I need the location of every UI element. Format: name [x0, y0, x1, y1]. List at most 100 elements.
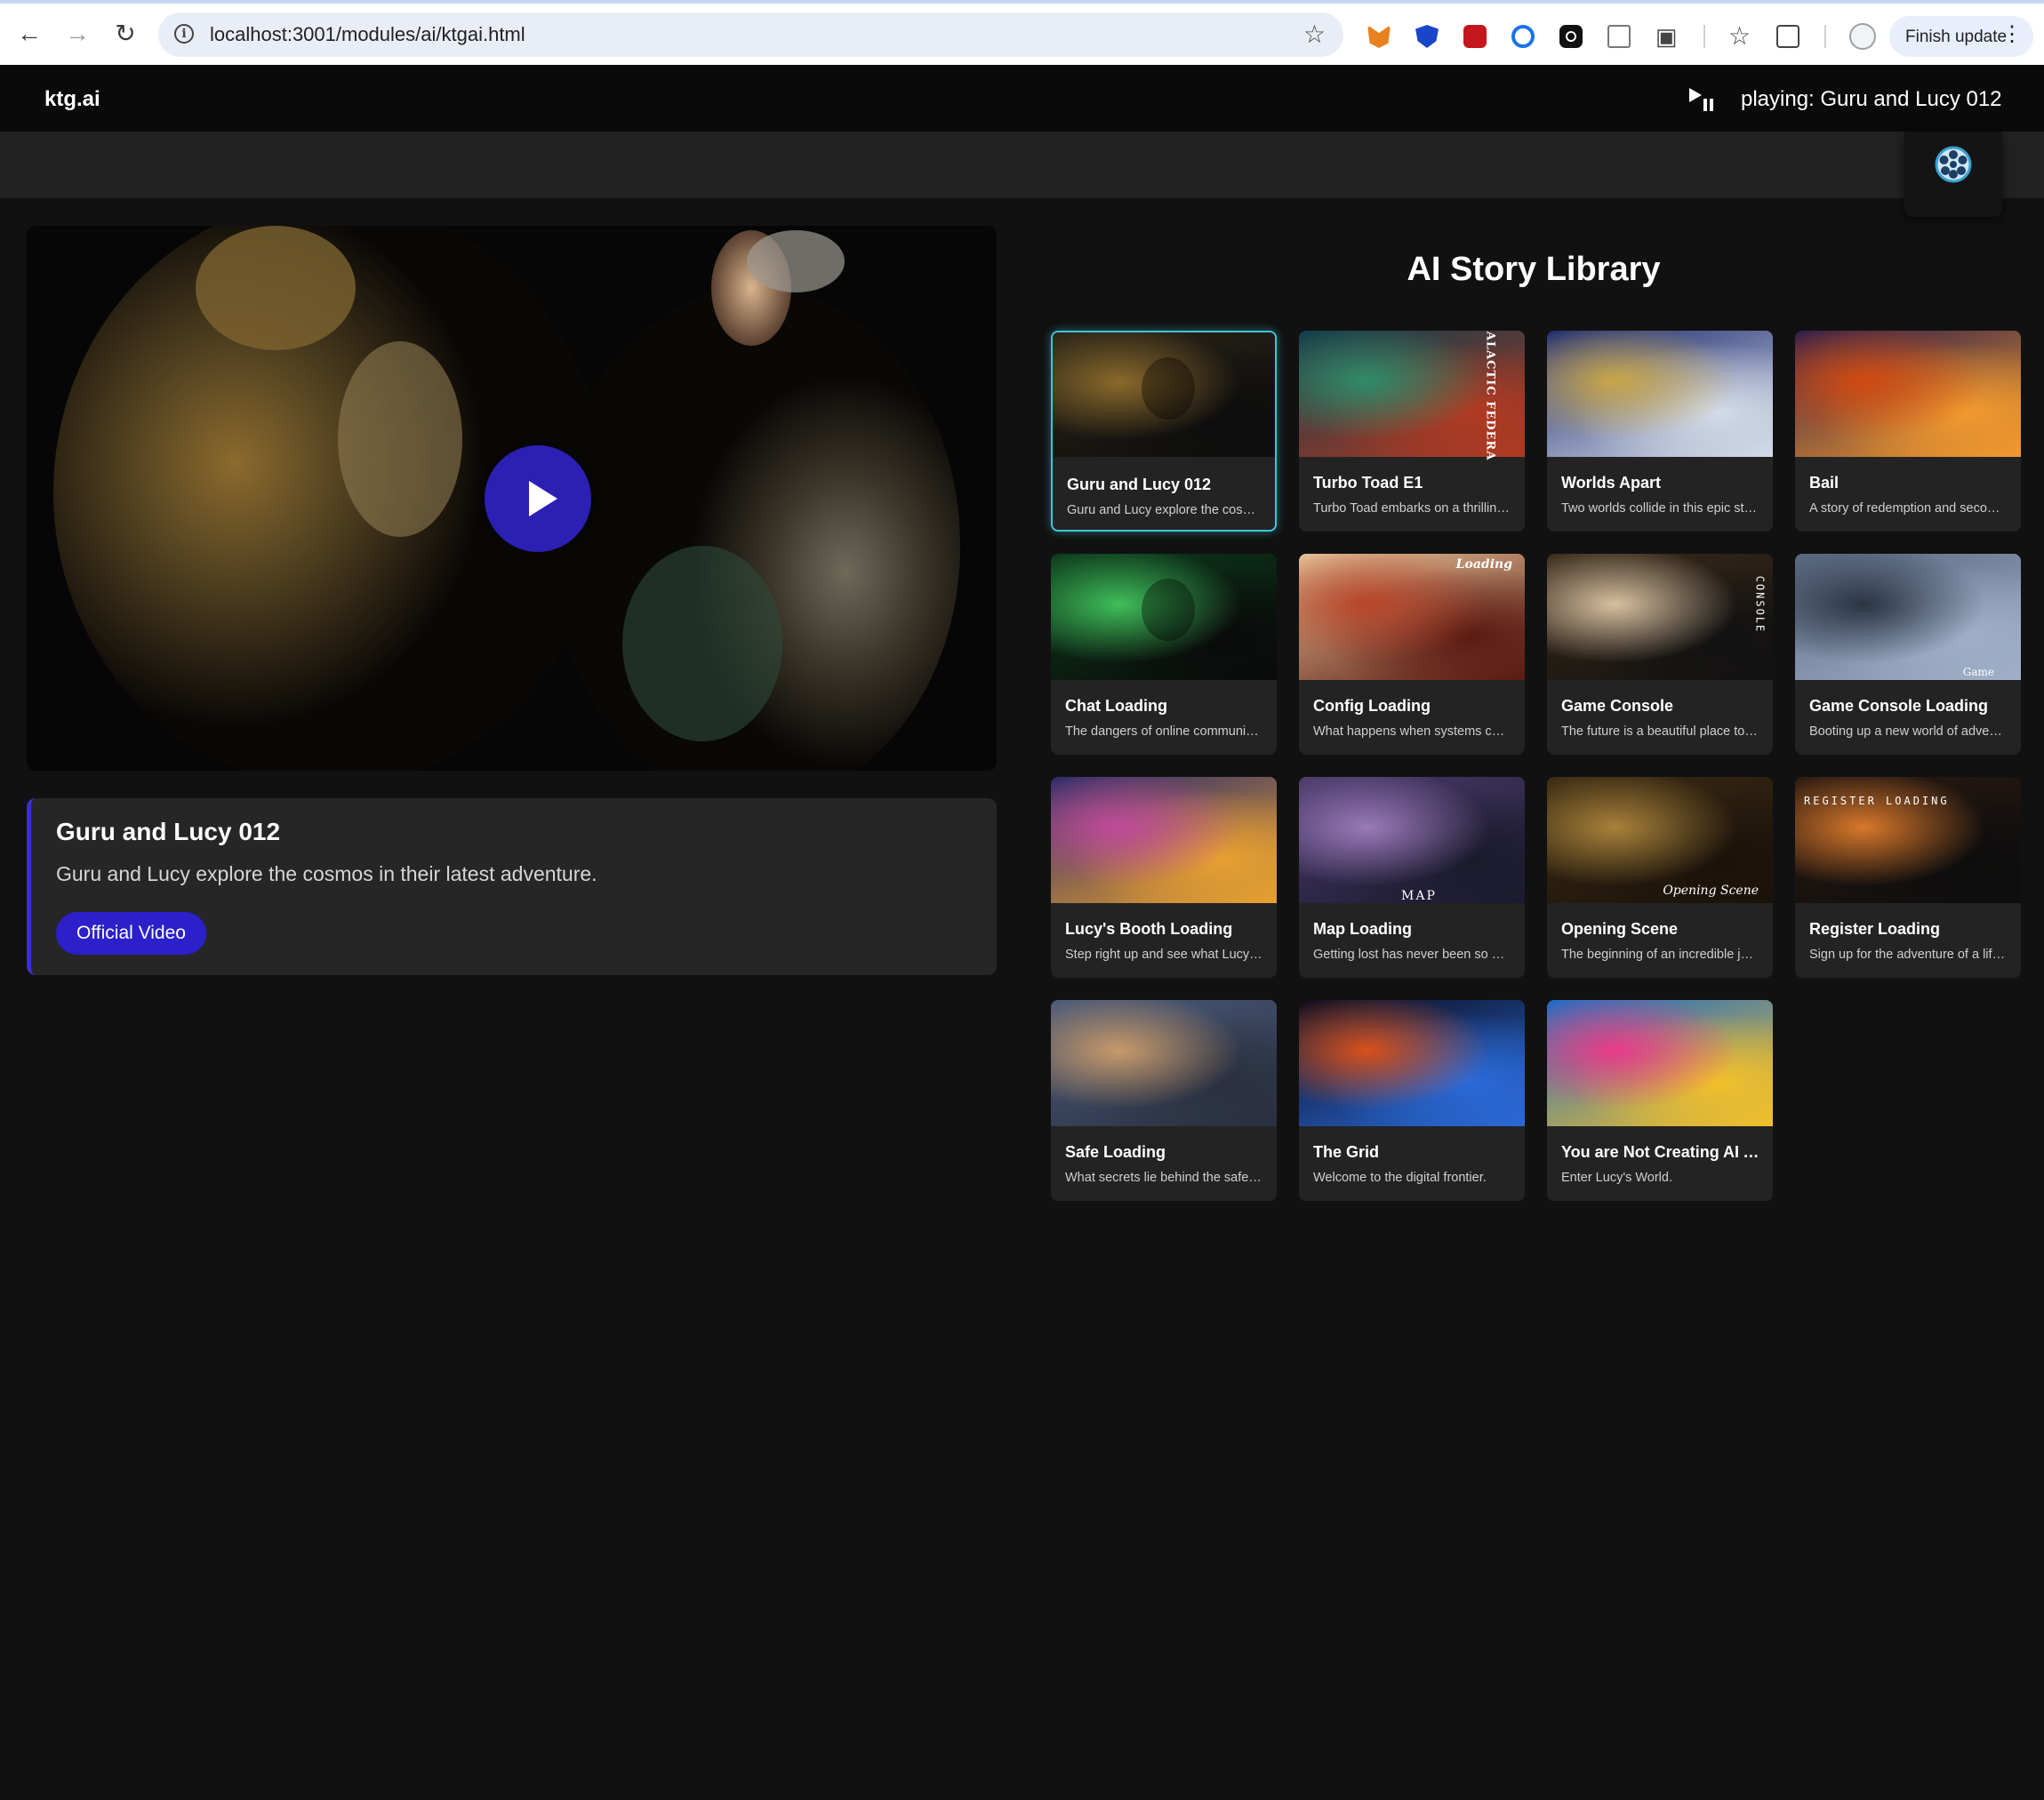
brand-logo[interactable]: ktg.ai — [44, 87, 100, 112]
story-card-description: The future is a beautiful place to play. — [1561, 724, 1759, 739]
more-vert-icon: ⋮ — [2001, 22, 2023, 46]
story-card-description: Step right up and see what Lucy has in s… — [1065, 948, 1262, 962]
reload-icon[interactable]: ↻ — [112, 20, 139, 47]
story-card-description: Enter Lucy's World. — [1561, 1171, 1672, 1185]
sub-header-bar — [0, 132, 2044, 198]
back-icon[interactable]: ← — [16, 20, 43, 47]
play-button[interactable] — [485, 445, 591, 552]
story-card-title: Register Loading — [1809, 920, 1941, 938]
shield-extension-icon[interactable] — [1415, 25, 1439, 48]
thumbnail-figure — [1141, 579, 1195, 642]
story-card-title: Game Console — [1561, 697, 1674, 715]
story-thumbnail — [1051, 1000, 1277, 1126]
story-card[interactable]: Lucy's Booth Loading Step right up and se… — [1051, 777, 1277, 978]
story-thumbnail — [1299, 1000, 1525, 1126]
official-video-button[interactable]: Official Video — [56, 912, 206, 955]
extensions-puzzle-icon[interactable]: ▣ — [1655, 25, 1679, 48]
pdf-extension-icon[interactable] — [1463, 25, 1487, 48]
story-card-title: Map Loading — [1313, 920, 1412, 938]
finish-update-label: Finish update — [1905, 28, 2008, 46]
story-thumbnail — [1051, 777, 1277, 903]
story-card-description: A story of redemption and second chances… — [1809, 501, 2007, 516]
story-thumbnail — [1051, 554, 1277, 680]
story-card-title: Bail — [1809, 474, 1840, 492]
app-header: ktg.ai playing: Guru and Lucy 012 — [0, 65, 2044, 132]
story-card-description: What secrets lie behind the safe door? — [1065, 1171, 1262, 1185]
story-card-title: Worlds Apart — [1561, 474, 1662, 492]
profile-avatar-icon[interactable] — [1849, 23, 1876, 50]
story-thumbnail — [1547, 331, 1773, 457]
film-reel-icon[interactable] — [1935, 146, 1972, 183]
browser-toolbar: ← → ↻ i localhost:3001/modules/ai/ktgai.… — [0, 0, 2044, 65]
search-lens-icon[interactable] — [1776, 25, 1800, 48]
story-card[interactable]: The Grid Welcome to the digital frontier. — [1299, 1000, 1525, 1201]
story-card[interactable]: MAP Map Loading Getting lost has never bee… — [1299, 777, 1525, 978]
story-card[interactable]: Worlds Apart Two worlds collide in this e… — [1547, 331, 1773, 532]
now-playing-text: playing: Guru and Lucy 012 — [1741, 87, 2002, 111]
story-card-description: The dangers of online communication. — [1065, 724, 1262, 739]
story-card[interactable]: Guru and Lucy 012 Guru and Lucy explore t… — [1051, 331, 1277, 532]
story-card-description: Guru and Lucy explore the cosmos in thei… — [1067, 503, 1264, 517]
story-card-title: The Grid — [1313, 1143, 1380, 1161]
thumbnail-caption: CONSOLE — [1753, 575, 1767, 634]
thumbnail-caption: Game — [1962, 666, 1994, 678]
metamask-extension-icon[interactable] — [1367, 25, 1391, 48]
thumbnail-figure — [1142, 357, 1195, 420]
story-card[interactable]: Game Game Console Loading Booting up a new… — [1795, 554, 2021, 755]
story-thumbnail — [1795, 331, 2021, 457]
url-text[interactable]: localhost:3001/modules/ai/ktgai.html — [210, 23, 525, 46]
d-extension-icon[interactable] — [1559, 25, 1583, 48]
video-description: Guru and Lucy explore the cosmos in thei… — [56, 862, 597, 885]
story-card-title: Lucy's Booth Loading — [1065, 920, 1233, 938]
thumbnail-caption: Loading — [1455, 557, 1512, 572]
story-card[interactable]: Chat Loading The dangers of online commun… — [1051, 554, 1277, 755]
story-card[interactable]: Loading Config Loading What happens when s… — [1299, 554, 1525, 755]
circle-extension-icon[interactable] — [1511, 25, 1535, 48]
story-card-description: The beginning of an incredible journey. — [1561, 948, 1759, 962]
forward-icon[interactable]: → — [64, 20, 91, 47]
thumbnail-caption: MAP — [1401, 889, 1437, 903]
story-thumbnail: Game — [1795, 554, 2021, 680]
site-info-icon[interactable]: i — [174, 24, 194, 44]
story-thumbnail: Loading — [1299, 554, 1525, 680]
story-card-description: Getting lost has never been so much fun. — [1313, 948, 1511, 962]
bookmark-star-icon[interactable]: ☆ — [1303, 20, 1326, 49]
story-card-title: Game Console Loading — [1809, 697, 1989, 715]
story-card[interactable]: Bail A story of redemption and second cha… — [1795, 331, 2021, 532]
story-card-title: Chat Loading — [1065, 697, 1167, 715]
story-card[interactable]: REGISTER LOADING Register Loading Sign up … — [1795, 777, 2021, 978]
story-card-title: Opening Scene — [1561, 920, 1679, 938]
story-card-description: Welcome to the digital frontier. — [1313, 1171, 1487, 1185]
story-library-grid: Guru and Lucy 012 Guru and Lucy explore t… — [1051, 331, 2021, 1202]
play-pause-icon[interactable] — [1689, 88, 1714, 111]
toolbar-divider — [1703, 25, 1705, 48]
thumbnail-caption: GALACTIC FEDERA — [1483, 331, 1497, 461]
story-thumbnail: MAP — [1299, 777, 1525, 903]
story-thumbnail: GALACTIC FEDERA — [1299, 331, 1525, 461]
finish-update-button[interactable]: Finish update ⋮ — [1889, 16, 2033, 57]
thumbnail-caption: REGISTER LOADING — [1804, 795, 1950, 807]
story-card[interactable]: CONSOLE Game Console The future is a beaut… — [1547, 554, 1773, 755]
story-thumbnail — [1547, 1000, 1773, 1126]
video-player[interactable] — [27, 226, 997, 771]
story-thumbnail: CONSOLE — [1547, 554, 1773, 680]
story-card-description: Sign up for the adventure of a lifetime. — [1809, 948, 2007, 962]
story-card-title: Guru and Lucy 012 — [1067, 476, 1212, 493]
address-bar[interactable]: i localhost:3001/modules/ai/ktgai.html ☆ — [158, 12, 1343, 57]
story-card-title: Safe Loading — [1065, 1143, 1166, 1161]
story-card-description: What happens when systems collide. — [1313, 724, 1511, 739]
story-thumbnail: REGISTER LOADING — [1795, 777, 2021, 903]
bookmarks-icon[interactable]: ☆ — [1728, 24, 1751, 49]
reel-menu-panel[interactable] — [1904, 132, 2002, 217]
story-card[interactable]: Opening Scene Opening Scene The beginning … — [1547, 777, 1773, 978]
story-card[interactable]: GALACTIC FEDERA Turbo Toad E1 Turbo Toad e… — [1299, 331, 1525, 532]
story-card[interactable]: You are Not Creating AI Art Enter Lucy's … — [1547, 1000, 1773, 1201]
story-card-description: Two worlds collide in this epic story. — [1561, 501, 1759, 516]
story-card[interactable]: Safe Loading What secrets lie behind the … — [1051, 1000, 1277, 1201]
screen-cast-icon[interactable] — [1607, 25, 1631, 48]
video-title: Guru and Lucy 012 — [56, 818, 281, 845]
story-thumbnail — [1053, 332, 1275, 457]
story-card-title: You are Not Creating AI Art — [1561, 1143, 1762, 1161]
story-card-description: Booting up a new world of adventure. — [1809, 724, 2007, 739]
story-thumbnail: Opening Scene — [1547, 777, 1773, 903]
